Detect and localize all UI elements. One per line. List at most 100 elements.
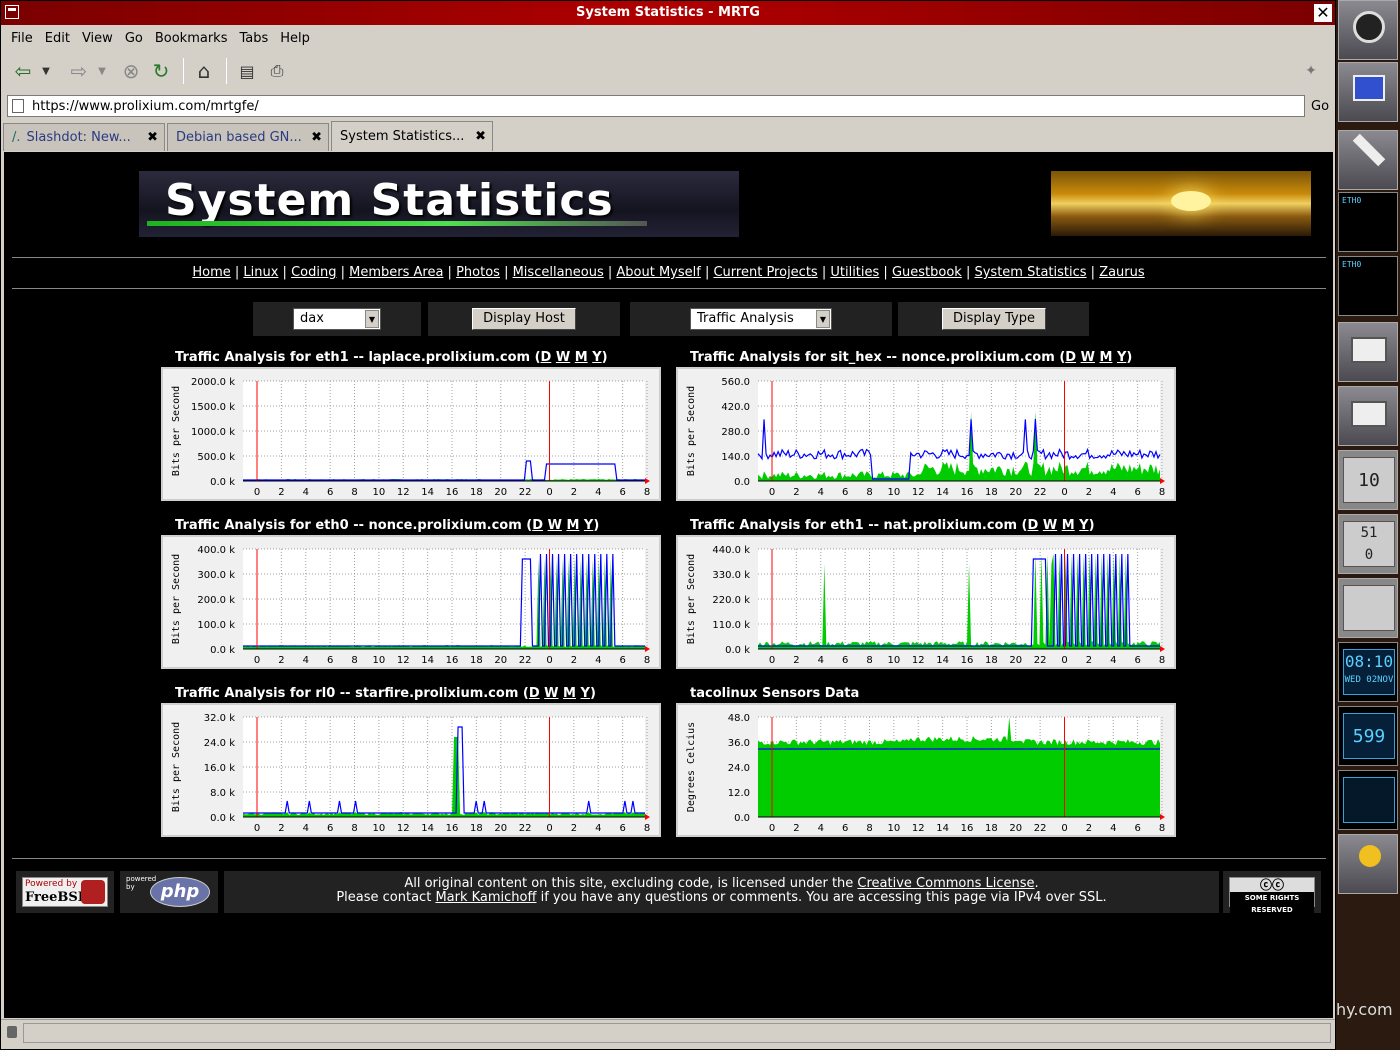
- print-icon[interactable]: ⎙: [263, 57, 291, 85]
- menu-bookmarks[interactable]: Bookmarks: [155, 31, 228, 46]
- period-link-w[interactable]: W: [548, 518, 562, 533]
- ruby-icon: [1359, 845, 1381, 867]
- menu-file[interactable]: File: [11, 31, 33, 46]
- period-link-m[interactable]: M: [563, 686, 576, 701]
- reload-icon[interactable]: ↻: [147, 57, 175, 85]
- close-tab-icon[interactable]: ✖: [311, 130, 322, 145]
- license-notice: All original content on this site, exclu…: [224, 871, 1219, 913]
- period-link-y[interactable]: Y: [584, 518, 593, 533]
- period-link-y[interactable]: Y: [592, 350, 601, 365]
- go-button[interactable]: Go: [1311, 99, 1329, 114]
- x-tick-label: 2: [571, 655, 577, 666]
- period-link-w[interactable]: W: [1043, 518, 1057, 533]
- y-axis-label: Bits per Second: [171, 554, 182, 644]
- contact-link[interactable]: Mark Kamichoff: [435, 890, 536, 905]
- menu-tabs[interactable]: Tabs: [239, 31, 268, 46]
- nav-link-zaurus[interactable]: Zaurus: [1099, 265, 1144, 280]
- nav-link-system-statistics[interactable]: System Statistics: [974, 265, 1086, 280]
- close-window-button[interactable]: ✕: [1314, 4, 1332, 22]
- window-menu-icon[interactable]: [5, 5, 19, 19]
- x-tick-label: 16: [446, 487, 459, 498]
- print-preview-icon[interactable]: ▤: [233, 57, 261, 85]
- period-link-d[interactable]: D: [532, 518, 543, 533]
- forward-arrow-icon[interactable]: ⇨: [65, 57, 93, 85]
- navigation-toolbar: ⇦ ▼ ⇨ ▼ ⊗ ↻ ⌂ ▤ ⎙ ✦: [1, 51, 1335, 91]
- php-badge[interactable]: powered by php: [120, 871, 218, 913]
- nav-link-guestbook[interactable]: Guestbook: [892, 265, 962, 280]
- nav-link-coding[interactable]: Coding: [291, 265, 336, 280]
- selection-controls: dax ▼ Display Host Traffic Analysis ▼ Di…: [4, 302, 1333, 338]
- tab-system-statistics[interactable]: System Statistics... ✖: [331, 121, 493, 151]
- banner-green-bar: [147, 221, 647, 226]
- back-history-dropdown-icon[interactable]: ▼: [39, 57, 53, 85]
- nav-link-members-area[interactable]: Members Area: [349, 265, 443, 280]
- nav-link-current-projects[interactable]: Current Projects: [713, 265, 817, 280]
- dock-app-monitor-icon[interactable]: [1338, 62, 1398, 122]
- type-select[interactable]: Traffic Analysis ▼: [690, 308, 832, 330]
- display-host-button[interactable]: Display Host: [472, 308, 576, 330]
- nav-link-about-myself[interactable]: About Myself: [616, 265, 700, 280]
- grid-display: [1343, 777, 1395, 823]
- home-icon[interactable]: ⌂: [190, 57, 218, 85]
- back-arrow-icon[interactable]: ⇦: [9, 57, 37, 85]
- period-link-m[interactable]: M: [566, 518, 579, 533]
- menu-help[interactable]: Help: [280, 31, 310, 46]
- period-link-d[interactable]: D: [529, 686, 540, 701]
- period-link-w[interactable]: W: [1081, 350, 1095, 365]
- y-tick-label: 0.0: [734, 477, 750, 488]
- nav-link-linux[interactable]: Linux: [243, 265, 278, 280]
- tab-debian[interactable]: Debian based GN... ✖: [167, 123, 329, 151]
- graph-title: Traffic Analysis for eth1 -- laplace.pro…: [175, 350, 608, 365]
- address-input[interactable]: https://www.prolixium.com/mrtgfe/: [7, 95, 1305, 117]
- graph-svg: Bits per Second 0 2 4 6 8 10 12 14 16 18 20 22 0 2 4 6 8 2…: [171, 377, 650, 498]
- period-link-d[interactable]: D: [1065, 350, 1076, 365]
- period-link-y[interactable]: Y: [581, 686, 590, 701]
- x-tick-label: 6: [1134, 655, 1140, 666]
- browser-window: System Statistics - MRTG ✕ File Edit Vie…: [0, 0, 1336, 1050]
- period-link-w[interactable]: W: [556, 350, 570, 365]
- dock-app-ruby-icon[interactable]: [1338, 834, 1398, 894]
- dock-app-tools-icon[interactable]: [1338, 130, 1398, 190]
- beastie-icon: [81, 880, 105, 904]
- graph-title-text: Traffic Analysis for eth0 -- nonce.proli…: [175, 518, 522, 533]
- axis-arrow-icon: [1160, 478, 1165, 484]
- period-link-y[interactable]: Y: [1117, 350, 1126, 365]
- close-tab-icon[interactable]: ✖: [147, 130, 158, 145]
- menu-edit[interactable]: Edit: [45, 31, 70, 46]
- menu-go[interactable]: Go: [125, 31, 143, 46]
- nav-link-photos[interactable]: Photos: [456, 265, 500, 280]
- host-select-value: dax: [300, 311, 324, 326]
- nav-link-miscellaneous[interactable]: Miscellaneous: [513, 265, 604, 280]
- x-tick-label: 12: [912, 487, 925, 498]
- host-select[interactable]: dax ▼: [293, 308, 381, 330]
- freebsd-name: FreeBSD: [25, 890, 90, 905]
- display-type-button[interactable]: Display Type: [942, 308, 1046, 330]
- menu-view[interactable]: View: [82, 31, 113, 46]
- forward-history-dropdown-icon[interactable]: ▼: [95, 57, 109, 85]
- mem-values: 51 0: [1343, 521, 1395, 567]
- x-tick-label: 2: [278, 655, 284, 666]
- period-link-d[interactable]: D: [1028, 518, 1039, 533]
- nav-link-utilities[interactable]: Utilities: [830, 265, 879, 280]
- period-link-w[interactable]: W: [544, 686, 558, 701]
- cc-badge[interactable]: ⓒⓒ SOME RIGHTS RESERVED: [1223, 871, 1321, 916]
- tab-slashdot[interactable]: /. Slashdot: New... ✖: [3, 123, 165, 151]
- period-link-y[interactable]: Y: [1079, 518, 1088, 533]
- y-tick-label: 220.0 k: [712, 595, 750, 606]
- period-link-m[interactable]: M: [575, 350, 588, 365]
- temp-display: [1343, 585, 1395, 631]
- axis-arrow-icon: [645, 478, 650, 484]
- period-link-m[interactable]: M: [1062, 518, 1075, 533]
- license-text-end: .: [1034, 876, 1039, 891]
- period-link-m[interactable]: M: [1099, 350, 1112, 365]
- dock-app-terminal2-icon[interactable]: [1338, 386, 1398, 446]
- freebsd-badge[interactable]: Powered by FreeBSD: [16, 871, 114, 913]
- nav-link-home[interactable]: Home: [192, 265, 230, 280]
- dock-app-terminal-icon[interactable]: [1338, 322, 1398, 382]
- contact-text: Please contact: [336, 890, 436, 905]
- stop-icon[interactable]: ⊗: [117, 57, 145, 85]
- period-link-d[interactable]: D: [541, 350, 552, 365]
- dock-app-gnu-icon[interactable]: [1338, 0, 1398, 60]
- creative-commons-link[interactable]: Creative Commons License: [857, 876, 1034, 891]
- close-tab-icon[interactable]: ✖: [475, 129, 486, 144]
